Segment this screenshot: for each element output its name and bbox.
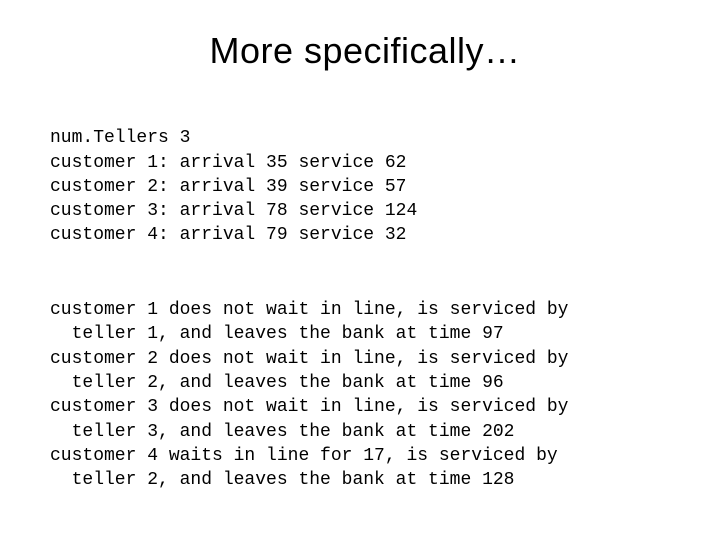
slide-title: More specifically…	[50, 30, 680, 72]
input-block: num.Tellers 3 customer 1: arrival 35 ser…	[50, 102, 680, 248]
output-line: customer 2 does not wait in line, is ser…	[50, 349, 568, 369]
input-line: customer 2: arrival 39 service 57	[50, 177, 406, 197]
input-line: customer 1: arrival 35 service 62	[50, 153, 406, 173]
input-line: customer 4: arrival 79 service 32	[50, 225, 406, 245]
input-line: customer 3: arrival 78 service 124	[50, 201, 417, 221]
output-block: customer 1 does not wait in line, is ser…	[50, 274, 680, 493]
slide: More specifically… num.Tellers 3 custome…	[0, 0, 720, 540]
input-line: num.Tellers 3	[50, 128, 190, 148]
output-line: teller 2, and leaves the bank at time 96	[50, 373, 504, 393]
output-line: teller 3, and leaves the bank at time 20…	[50, 422, 514, 442]
output-line: customer 1 does not wait in line, is ser…	[50, 300, 568, 320]
output-line: teller 1, and leaves the bank at time 97	[50, 324, 504, 344]
output-line: customer 4 waits in line for 17, is serv…	[50, 446, 558, 466]
output-line: customer 3 does not wait in line, is ser…	[50, 397, 568, 417]
output-line: teller 2, and leaves the bank at time 12…	[50, 470, 514, 490]
